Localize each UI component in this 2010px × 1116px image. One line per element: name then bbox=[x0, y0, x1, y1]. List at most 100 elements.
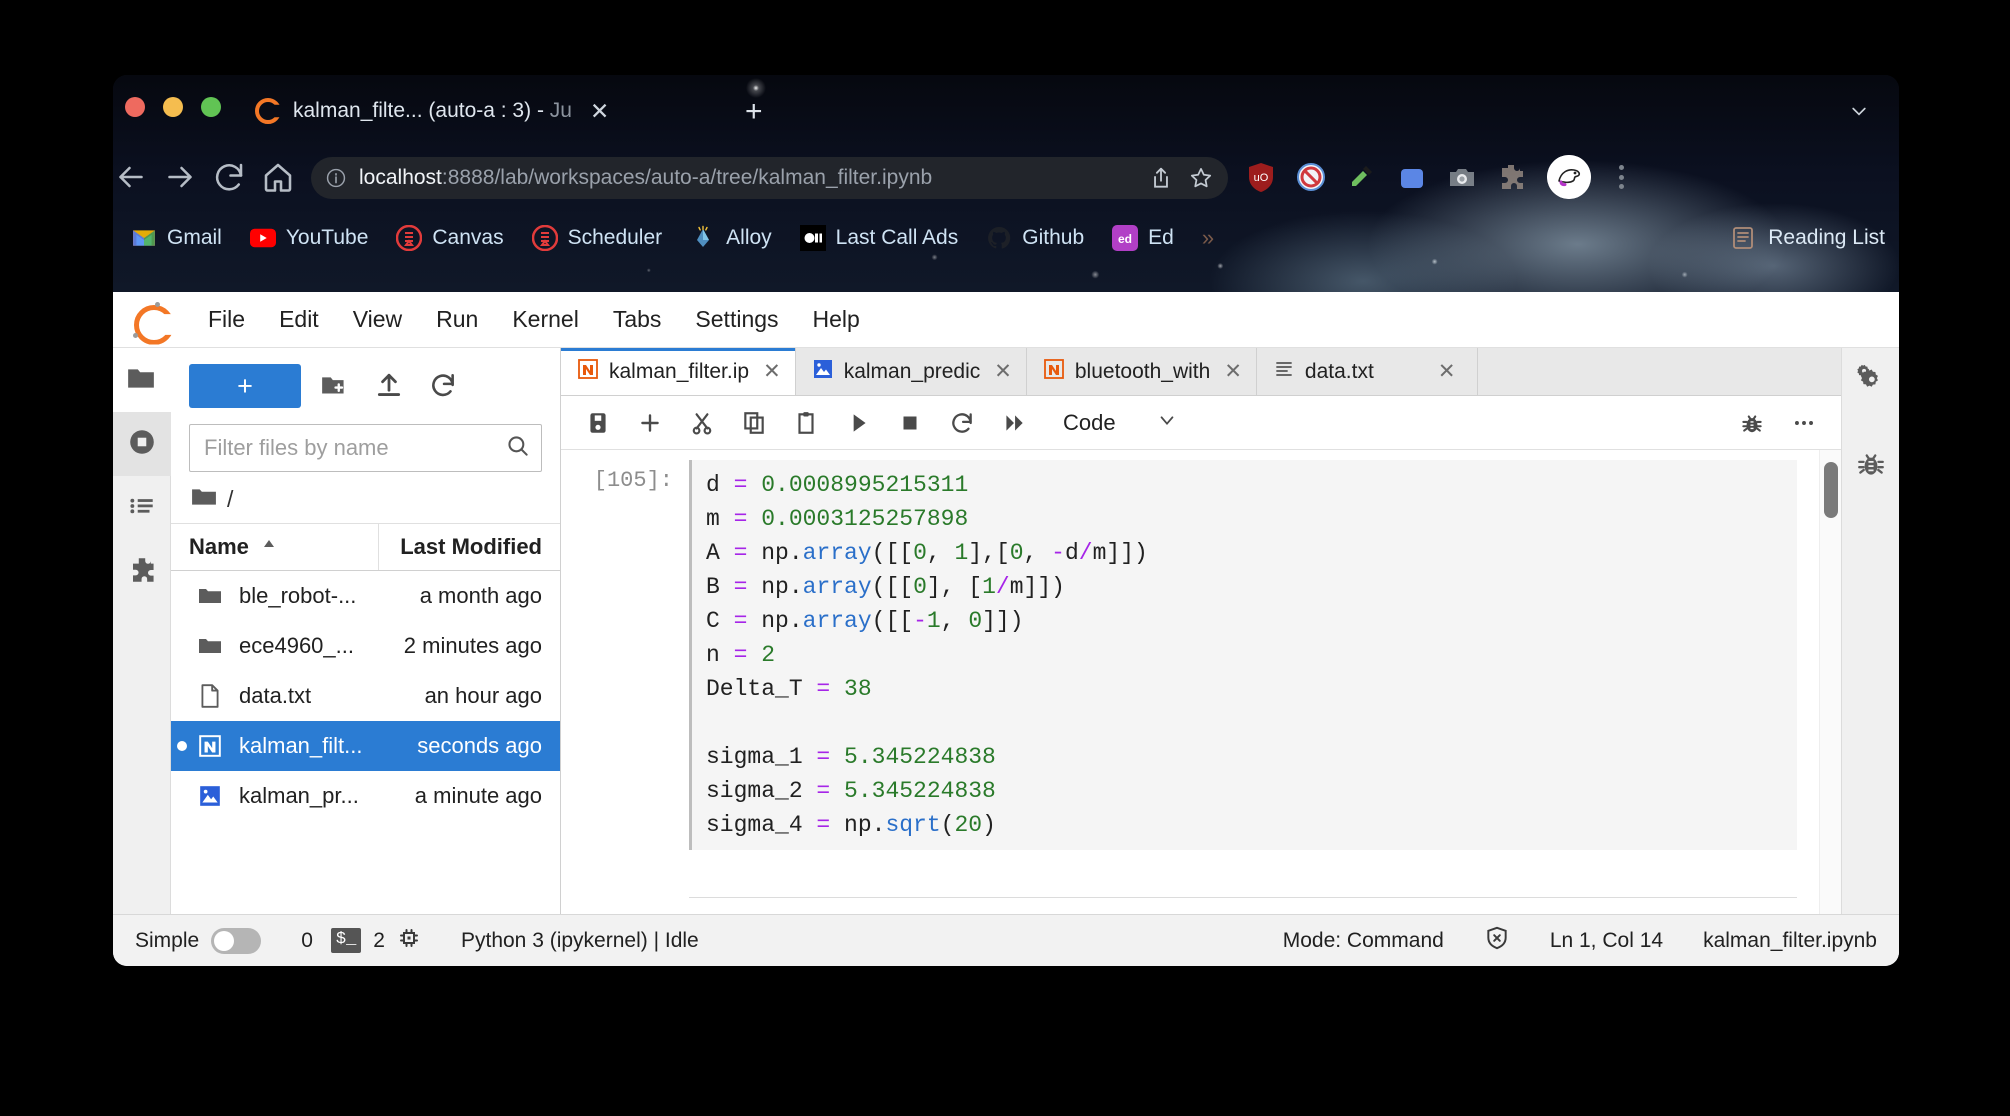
file-name: ece4960_... bbox=[239, 633, 354, 658]
notebook-cell[interactable]: [105]: d = 0.0008995215311 m = 0.00031252… bbox=[561, 460, 1819, 850]
menu-help[interactable]: Help bbox=[796, 300, 877, 339]
bookmark-youtube[interactable]: YouTube bbox=[236, 218, 383, 258]
running-sessions-icon bbox=[127, 427, 157, 462]
list-item[interactable]: ece4960_... 2 minutes ago bbox=[171, 621, 560, 671]
stop-icon[interactable] bbox=[891, 404, 929, 442]
sidebar-item-running-sessions[interactable] bbox=[113, 412, 171, 476]
browser-tab-kalman-filter[interactable]: kalman_filte... (auto-a : 3) - Ju ✕ bbox=[247, 87, 617, 135]
close-icon[interactable]: ✕ bbox=[1438, 359, 1456, 384]
run-icon[interactable] bbox=[839, 404, 877, 442]
youtube-icon bbox=[249, 225, 276, 251]
list-item[interactable]: data.txt an hour ago bbox=[171, 671, 560, 721]
cursor-position[interactable]: Ln 1, Col 14 bbox=[1550, 929, 1663, 953]
bookmark-star-icon[interactable] bbox=[1188, 165, 1214, 191]
sidebar-item-property-inspector[interactable] bbox=[1842, 348, 1900, 412]
debugger-bug-icon[interactable] bbox=[1733, 404, 1771, 442]
blocker-icon[interactable] bbox=[1294, 160, 1328, 194]
bookmark-canvas[interactable]: Canvas bbox=[382, 218, 517, 258]
notebook-scrollbar[interactable] bbox=[1819, 450, 1841, 914]
notebook-icon bbox=[577, 358, 599, 386]
back-arrow-icon[interactable] bbox=[113, 159, 149, 195]
column-header-last-modified[interactable]: Last Modified bbox=[378, 524, 560, 570]
bookmarks-bar: Gmail YouTube Canvas Scheduler Alloy Las… bbox=[113, 211, 1899, 265]
tab-kalman-filter[interactable]: kalman_filter.ip ✕ bbox=[561, 348, 796, 395]
copy-icon[interactable] bbox=[735, 404, 773, 442]
refresh-icon[interactable] bbox=[423, 366, 463, 406]
svg-text:uO: uO bbox=[1254, 172, 1269, 184]
bookmark-scheduler[interactable]: Scheduler bbox=[518, 218, 677, 258]
terminal-count-group[interactable]: $_ 2 bbox=[330, 926, 421, 956]
avatar[interactable] bbox=[1547, 155, 1591, 199]
tab-kalman-predic[interactable]: kalman_predic ✕ bbox=[795, 348, 1027, 395]
menu-tabs[interactable]: Tabs bbox=[596, 300, 679, 339]
tab-data-txt[interactable]: data.txt ✕ bbox=[1256, 348, 1479, 395]
eyedropper-icon[interactable] bbox=[1344, 160, 1378, 194]
bookmark-gmail[interactable]: Gmail bbox=[117, 218, 236, 258]
file-filter-box[interactable] bbox=[189, 424, 542, 472]
close-icon[interactable]: ✕ bbox=[1224, 359, 1242, 384]
screenshot-camera-icon[interactable] bbox=[1445, 160, 1479, 194]
trusted-badge-icon[interactable] bbox=[1484, 925, 1510, 957]
menu-settings[interactable]: Settings bbox=[678, 300, 795, 339]
maximize-window-button[interactable] bbox=[201, 97, 221, 117]
menu-edit[interactable]: Edit bbox=[262, 300, 336, 339]
bookmark-alloy[interactable]: Alloy bbox=[676, 218, 786, 258]
bookmark-ed[interactable]: ed Ed bbox=[1098, 218, 1188, 258]
menu-view[interactable]: View bbox=[336, 300, 419, 339]
new-folder-icon[interactable] bbox=[315, 366, 355, 406]
menu-run[interactable]: Run bbox=[419, 300, 495, 339]
column-header-name[interactable]: Name bbox=[171, 534, 378, 560]
jupyter-logo-icon bbox=[255, 98, 281, 124]
upload-icon[interactable] bbox=[369, 366, 409, 406]
breadcrumb[interactable]: / bbox=[171, 472, 560, 523]
address-bar[interactable]: localhost:8888/lab/workspaces/auto-a/tre… bbox=[311, 157, 1228, 199]
ublock-origin-icon[interactable]: uO bbox=[1244, 160, 1278, 194]
cell-type-select[interactable]: Code bbox=[1063, 409, 1178, 437]
tab-bluetooth-with[interactable]: bluetooth_with ✕ bbox=[1026, 348, 1257, 395]
home-icon[interactable] bbox=[260, 159, 296, 195]
close-icon[interactable]: ✕ bbox=[994, 359, 1012, 384]
new-launcher-button[interactable]: + bbox=[189, 364, 301, 408]
code-line: sigma_1 = 5.345224838 bbox=[706, 744, 996, 770]
cell-code-editor[interactable]: d = 0.0008995215311 m = 0.0003125257898 A … bbox=[689, 460, 1797, 850]
scrollbar-thumb[interactable] bbox=[1824, 462, 1838, 518]
list-item[interactable]: kalman_filt... seconds ago bbox=[171, 721, 560, 771]
bookmark-github[interactable]: Github bbox=[972, 218, 1098, 258]
menu-kernel[interactable]: Kernel bbox=[495, 300, 595, 339]
new-tab-button[interactable]: + bbox=[745, 97, 763, 127]
cut-icon[interactable] bbox=[683, 404, 721, 442]
reading-list-button[interactable]: Reading List bbox=[1730, 225, 1885, 251]
sidebar-item-debugger[interactable] bbox=[1842, 434, 1900, 498]
color-picker-icon[interactable] bbox=[1395, 160, 1429, 194]
close-icon[interactable]: ✕ bbox=[763, 359, 781, 384]
menu-file[interactable]: File bbox=[191, 300, 262, 339]
kernel-status[interactable]: Python 3 (ipykernel) | Idle bbox=[461, 929, 699, 953]
paste-icon[interactable] bbox=[787, 404, 825, 442]
close-window-button[interactable] bbox=[125, 97, 145, 117]
sidebar-item-table-of-contents[interactable] bbox=[113, 476, 171, 540]
address-bar-url[interactable]: localhost:8888/lab/workspaces/auto-a/tre… bbox=[359, 166, 1134, 190]
extensions-puzzle-icon[interactable] bbox=[1494, 160, 1528, 194]
chrome-menu-icon[interactable] bbox=[1606, 161, 1636, 193]
site-info-icon[interactable] bbox=[325, 167, 347, 189]
share-icon[interactable] bbox=[1148, 165, 1174, 191]
sidebar-item-file-browser[interactable] bbox=[113, 348, 171, 412]
chevron-down-icon[interactable] bbox=[1849, 101, 1869, 121]
bookmarks-overflow-icon[interactable]: » bbox=[1188, 225, 1228, 251]
list-item[interactable]: kalman_pr... a minute ago bbox=[171, 771, 560, 821]
browser-tab-close-icon[interactable]: ✕ bbox=[590, 99, 609, 123]
sidebar-item-extension-manager[interactable] bbox=[113, 540, 171, 604]
bookmark-last-call-ads[interactable]: Last Call Ads bbox=[786, 218, 973, 258]
forward-arrow-icon[interactable] bbox=[162, 159, 198, 195]
kernel-count-group[interactable]: 0 bbox=[301, 929, 313, 953]
simple-mode-toggle[interactable] bbox=[211, 927, 262, 954]
restart-and-run-all-icon[interactable] bbox=[995, 404, 1033, 442]
insert-cell-icon[interactable] bbox=[631, 404, 669, 442]
save-icon[interactable] bbox=[579, 404, 617, 442]
minimize-window-button[interactable] bbox=[163, 97, 183, 117]
restart-kernel-icon[interactable] bbox=[943, 404, 981, 442]
search-input[interactable] bbox=[204, 435, 505, 461]
reload-icon[interactable] bbox=[211, 159, 247, 195]
list-item[interactable]: ble_robot-... a month ago bbox=[171, 571, 560, 621]
overflow-menu-icon[interactable] bbox=[1785, 404, 1823, 442]
